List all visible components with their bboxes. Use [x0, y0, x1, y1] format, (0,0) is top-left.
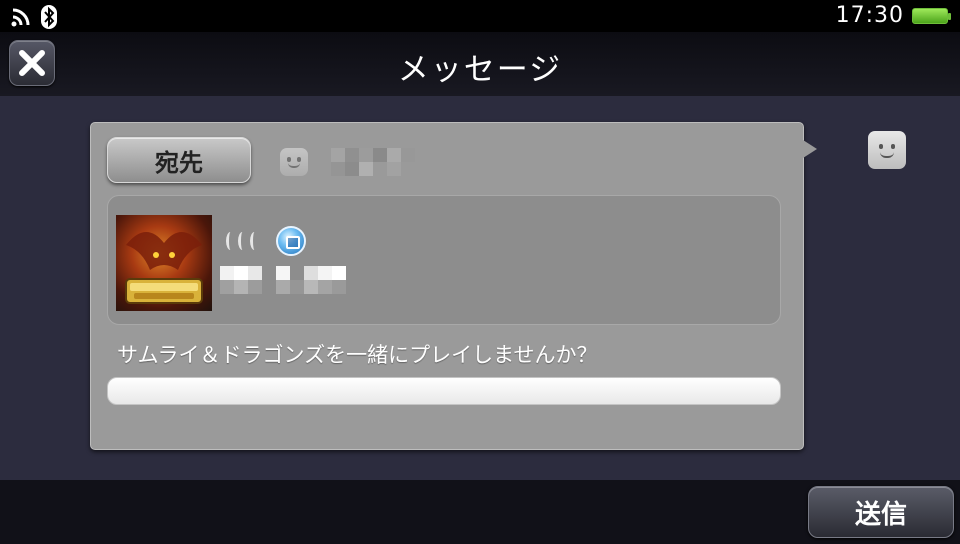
- clock: 17:30: [835, 3, 904, 28]
- message-input[interactable]: [107, 377, 781, 405]
- footer: 送信: [0, 480, 960, 544]
- signal-waves-icon: [226, 232, 259, 250]
- page-title: メッセージ: [397, 52, 563, 88]
- message-panel: 宛先 サムライ＆ドラゴンズを一緒にプレイしませんか？: [90, 122, 804, 450]
- send-button[interactable]: 送信: [808, 486, 954, 538]
- wifi-icon: [10, 6, 32, 32]
- header: メッセージ: [0, 32, 960, 96]
- bluetooth-icon: [40, 5, 58, 33]
- samurai-dragons-game-icon: [116, 215, 212, 311]
- message-text: サムライ＆ドラゴンズを一緒にプレイしませんか？: [117, 343, 598, 367]
- status-bar: 17:30: [0, 0, 960, 32]
- recipient-button[interactable]: 宛先: [107, 137, 251, 183]
- avatar-face-icon: [868, 131, 906, 169]
- game-invite-card[interactable]: [107, 195, 781, 325]
- battery-icon: [912, 7, 951, 24]
- status-icons-right: 17:30: [835, 3, 951, 28]
- avatar-face-icon: [280, 148, 308, 176]
- status-icons-left: [10, 5, 58, 33]
- speech-bubble-tail: [803, 140, 817, 158]
- party-app-icon: [276, 226, 306, 256]
